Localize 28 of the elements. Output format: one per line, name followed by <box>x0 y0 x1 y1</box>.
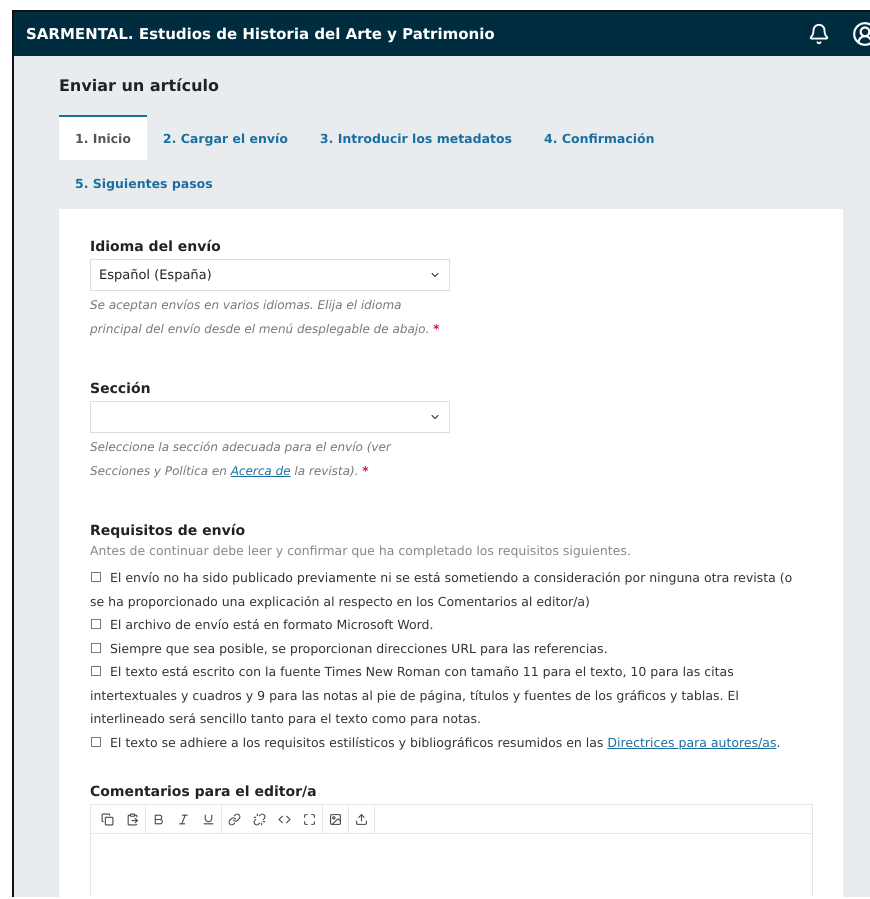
link[interactable]: Directrices para autores/as <box>607 734 776 750</box>
notification-bell-icon[interactable] <box>808 23 830 45</box>
requirement-item: El envío no ha sido publicado previamente ni se está sometiendo a consideración por ninguna otra revista (o se ha proporcionado una explicación al respecto en los Comentarios al editor/a) <box>90 569 794 611</box>
checkbox[interactable] <box>91 736 101 746</box>
requirement-item: El texto está escrito con la fuente Times New Roman con tamaño 11 para el texto, 10 para las citas intertextuales y cuadros y 9 para las notas al pie de página, títulos y fuentes de los gráficos y tablas. El interlineado será sencillo tanto para el texto como para notas. <box>90 663 740 728</box>
journal-title: SARMENTAL. Estudios de Historia del Arte y Patrimonio <box>26 25 496 43</box>
step-tab[interactable]: 4. Confirmación <box>528 115 671 160</box>
requirement-item: Siempre que sea posible, se proporcionan direcciones URL para las referencias. <box>90 636 802 660</box>
checkbox[interactable] <box>91 642 101 652</box>
intro-text: Antes de continuar debe leer y confirmar que ha completado los requisitos siguientes. <box>90 543 632 558</box>
step-tab[interactable]: 5. Siguientes pasos <box>59 160 229 205</box>
language-select[interactable]: Español (España) <box>90 259 450 291</box>
checkbox[interactable] <box>91 572 101 582</box>
field-label: Comentarios para el editor/a <box>90 784 318 800</box>
checkbox[interactable] <box>91 619 101 629</box>
link[interactable]: Acerca de <box>230 464 291 478</box>
step-tab[interactable]: 1. Inicio <box>59 115 147 160</box>
requirement-item: El archivo de envío está en formato Microsoft Word. <box>90 613 802 636</box>
checkbox[interactable] <box>91 666 101 676</box>
section-heading: Requisitos de envío <box>90 523 246 539</box>
step-tab[interactable]: 3. Introducir los metadatos <box>304 115 528 160</box>
requirement-item: El texto se adhiere a los requisitos estilísticos y bibliográficos resumidos en las Directrices para autores/as. <box>90 730 802 754</box>
field-label: Sección <box>90 381 152 397</box>
field-label: Idioma del envío <box>90 239 222 255</box>
help-text: Seleccione la sección adecuada para el envío (ver Secciones y Política en Acerca de la revista). * <box>90 439 392 480</box>
page-title: Enviar un artículo <box>59 76 220 95</box>
step-tab[interactable]: 2. Cargar el envío <box>146 115 304 160</box>
help-text: Se aceptan envíos en varios idiomas. Elija el idioma principal del envío desde el menú desplegable de abajo. * <box>90 297 440 338</box>
